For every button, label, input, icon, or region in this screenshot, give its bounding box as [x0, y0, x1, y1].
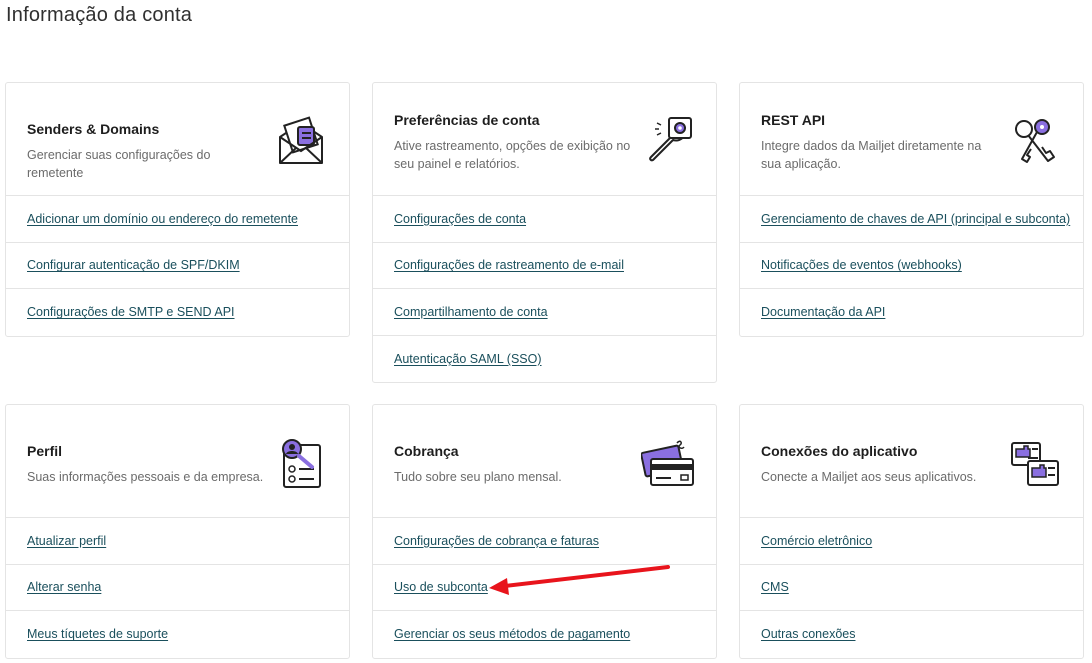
link-row: Configurar autenticação de SPF/DKIM — [6, 243, 349, 289]
keys-icon — [1015, 119, 1055, 163]
change-password-link[interactable]: Alterar senha — [27, 580, 101, 594]
card-senders-domains: Senders & Domains Gerenciar suas configu… — [5, 82, 350, 337]
link-row: Compartilhamento de conta — [373, 289, 716, 336]
card-title: Cobrança — [394, 443, 459, 459]
link-row: Documentação da API — [740, 289, 1083, 336]
link-row: Configurações de SMTP e SEND API — [6, 289, 349, 336]
card-app-connections: Conexões do aplicativo Conecte a Mailjet… — [739, 404, 1084, 659]
card-account-preferences: Preferências de conta Ative rastreamento… — [372, 82, 717, 383]
envelope-letter-icon — [279, 116, 323, 164]
card-description: Tudo sobre seu plano mensal. — [394, 470, 562, 484]
profile-magnifier-icon — [282, 439, 321, 488]
link-row: Outras conexões — [740, 611, 1083, 658]
card-title: Preferências de conta — [394, 112, 540, 128]
link-row: Configurações de cobrança e faturas — [373, 518, 716, 565]
account-sharing-link[interactable]: Compartilhamento de conta — [394, 305, 548, 319]
link-row: Notificações de eventos (webhooks) — [740, 243, 1083, 289]
credit-card-icon — [641, 440, 694, 486]
account-settings-link[interactable]: Configurações de conta — [394, 212, 526, 226]
card-rest-api: REST API Integre dados da Mailjet direta… — [739, 82, 1084, 337]
card-header: Cobrança Tudo sobre seu plano mensal. — [373, 405, 716, 518]
card-header: Preferências de conta Ative rastreamento… — [373, 83, 716, 196]
webhooks-link[interactable]: Notificações de eventos (webhooks) — [761, 258, 962, 272]
card-description: Gerenciar suas configurações do remetent… — [27, 148, 211, 180]
link-row: CMS — [740, 565, 1083, 611]
link-row: Configurações de conta — [373, 196, 716, 243]
smtp-send-api-link[interactable]: Configurações de SMTP e SEND API — [27, 305, 235, 319]
api-docs-link[interactable]: Documentação da API — [761, 305, 885, 319]
card-title: Conexões do aplicativo — [761, 443, 918, 459]
link-row: Gerenciar os seus métodos de pagamento — [373, 611, 716, 658]
card-header: Senders & Domains Gerenciar suas configu… — [6, 83, 349, 196]
support-tickets-link[interactable]: Meus tíquetes de suporte — [27, 627, 168, 641]
link-row: Meus tíquetes de suporte — [6, 611, 349, 658]
subaccount-usage-link[interactable]: Uso de subconta — [394, 580, 488, 594]
link-row: Uso de subconta — [373, 565, 716, 611]
puzzle-connections-icon — [1011, 442, 1059, 486]
card-title: Senders & Domains — [27, 121, 160, 137]
card-description: Integre dados da Mailjet diretamente na … — [761, 139, 982, 171]
spf-dkim-link[interactable]: Configurar autenticação de SPF/DKIM — [27, 258, 240, 272]
card-description: Conecte a Mailjet aos seus aplicativos. — [761, 470, 977, 484]
link-row: Comércio eletrônico — [740, 518, 1083, 565]
email-tracking-settings-link[interactable]: Configurações de rastreamento de e-mail — [394, 258, 624, 272]
link-row: Autenticação SAML (SSO) — [373, 336, 716, 383]
link-row: Atualizar perfil — [6, 518, 349, 565]
card-profile: Perfil Suas informações pessoais e da em… — [5, 404, 350, 659]
card-title: Perfil — [27, 443, 63, 459]
card-description: Ative rastreamento, opções de exibição n… — [394, 139, 631, 171]
card-header: REST API Integre dados da Mailjet direta… — [740, 83, 1083, 196]
ecommerce-link[interactable]: Comércio eletrônico — [761, 534, 872, 548]
billing-invoices-link[interactable]: Configurações de cobrança e faturas — [394, 534, 599, 548]
payment-methods-link[interactable]: Gerenciar os seus métodos de pagamento — [394, 627, 630, 641]
api-keys-management-link[interactable]: Gerenciamento de chaves de API (principa… — [761, 212, 1070, 226]
page-title: Informação da conta — [6, 4, 193, 26]
cms-link[interactable]: CMS — [761, 580, 789, 594]
link-row: Gerenciamento de chaves de API (principa… — [740, 196, 1083, 243]
card-billing: Cobrança Tudo sobre seu plano mensal. Co… — [372, 404, 717, 659]
saml-sso-link[interactable]: Autenticação SAML (SSO) — [394, 352, 542, 366]
link-row: Configurações de rastreamento de e-mail — [373, 243, 716, 289]
wrench-gear-icon — [649, 117, 692, 162]
add-domain-link[interactable]: Adicionar um domínio ou endereço do reme… — [27, 212, 298, 226]
link-row: Alterar senha — [6, 565, 349, 611]
link-row: Adicionar um domínio ou endereço do reme… — [6, 196, 349, 243]
update-profile-link[interactable]: Atualizar perfil — [27, 534, 106, 548]
other-connections-link[interactable]: Outras conexões — [761, 627, 856, 641]
card-header: Perfil Suas informações pessoais e da em… — [6, 405, 349, 518]
card-description: Suas informações pessoais e da empresa. — [27, 470, 264, 484]
card-header: Conexões do aplicativo Conecte a Mailjet… — [740, 405, 1083, 518]
card-title: REST API — [761, 112, 826, 128]
